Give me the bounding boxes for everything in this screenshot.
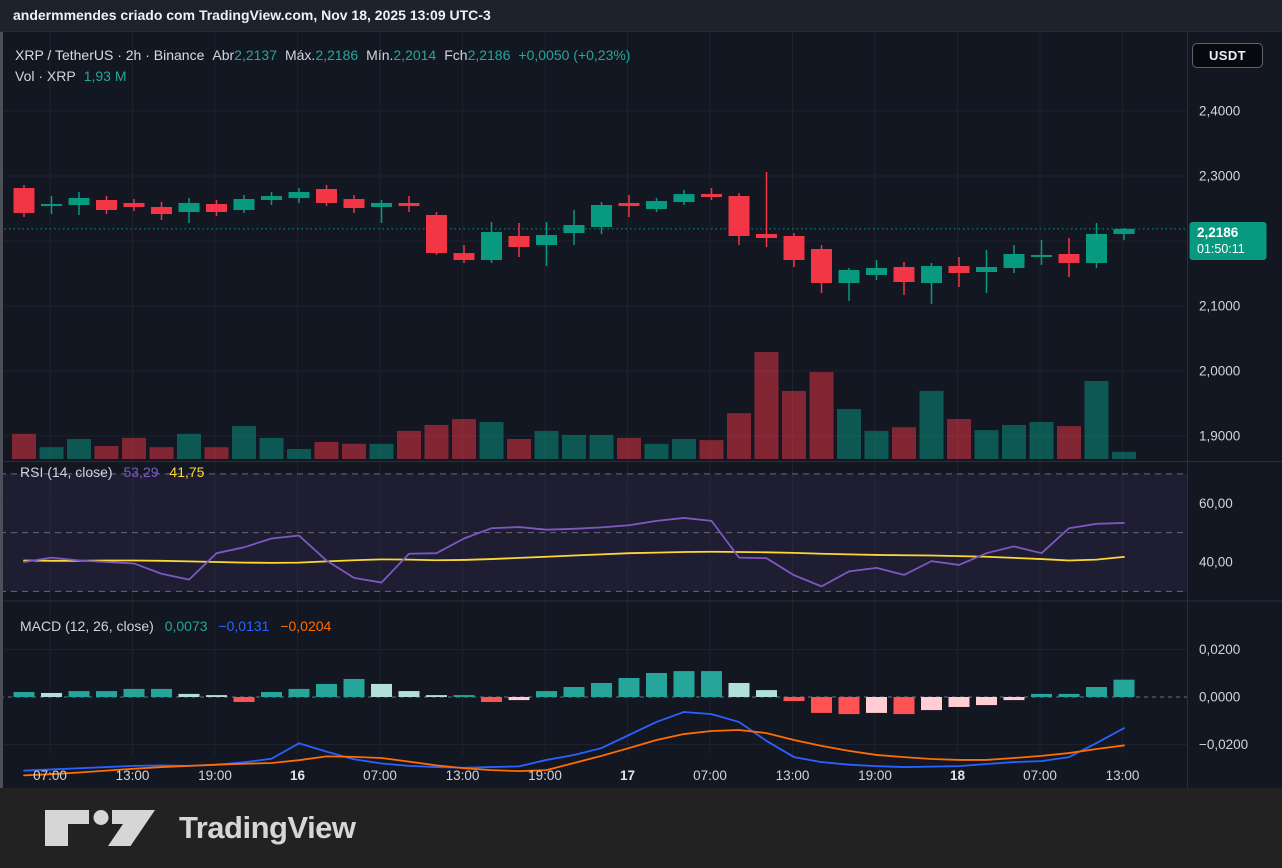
currency-toggle-button[interactable]: USDT — [1192, 43, 1263, 68]
change-value: +0,0050 (+0,23%) — [518, 47, 630, 63]
svg-text:2,2186: 2,2186 — [1197, 225, 1239, 240]
rsi-legend: RSI (14, close) 53,29 41,75 — [20, 464, 204, 480]
tradingview-published-chart: andermmendes criado com TradingView.com,… — [0, 0, 1282, 868]
svg-text:16: 16 — [290, 768, 306, 783]
open-label: Abr — [212, 47, 234, 63]
grid-vertical — [50, 32, 1123, 755]
price-scale[interactable]: 2,4000 2,3000 2,1000 2,0000 1,9000 60,00 40,00… — [1199, 104, 1248, 753]
low-value: 2,2014 — [393, 47, 436, 63]
svg-text:07:00: 07:00 — [33, 768, 67, 783]
svg-text:2,4000: 2,4000 — [1199, 104, 1240, 119]
footer-bar: TradingView — [0, 788, 1282, 868]
svg-text:13:00: 13:00 — [1106, 768, 1140, 783]
candles-layer — [14, 172, 1135, 304]
high-label: Máx. — [285, 47, 315, 63]
svg-text:40,00: 40,00 — [1199, 555, 1233, 570]
macd-legend-title: MACD (12, 26, close) — [20, 618, 154, 634]
svg-text:−0,0200: −0,0200 — [1199, 737, 1248, 752]
svg-text:1,9000: 1,9000 — [1199, 429, 1240, 444]
svg-text:19:00: 19:00 — [858, 768, 892, 783]
svg-text:07:00: 07:00 — [693, 768, 727, 783]
macd-legend: MACD (12, 26, close) 0,0073 −0,0131 −0,0… — [20, 618, 331, 634]
svg-text:2,0000: 2,0000 — [1199, 364, 1240, 379]
svg-text:07:00: 07:00 — [363, 768, 397, 783]
svg-text:19:00: 19:00 — [198, 768, 232, 783]
last-price-badge: 2,2186 01:50:11 — [1190, 222, 1267, 260]
symbol-ohlc-row: XRP / TetherUS · 2h · Binance Abr2,2137 … — [15, 44, 630, 65]
macd-histogram — [14, 671, 1135, 714]
svg-text:0,0200: 0,0200 — [1199, 642, 1240, 657]
low-label: Mín. — [366, 47, 393, 63]
rsi-ma-value: 41,75 — [169, 464, 204, 480]
svg-text:01:50:11: 01:50:11 — [1197, 242, 1245, 256]
svg-text:60,00: 60,00 — [1199, 496, 1233, 511]
svg-text:18: 18 — [950, 768, 966, 783]
volume-value: 1,93 M — [84, 68, 127, 84]
rsi-band — [0, 474, 1187, 592]
macd-hist-value: 0,0073 — [165, 618, 208, 634]
volume-row: Vol · XRP 1,93 M — [15, 65, 630, 86]
svg-text:13:00: 13:00 — [446, 768, 480, 783]
rsi-legend-title: RSI (14, close) — [20, 464, 113, 480]
svg-text:13:00: 13:00 — [776, 768, 810, 783]
svg-text:17: 17 — [620, 768, 635, 783]
rsi-value: 53,29 — [123, 464, 158, 480]
macd-signal-value: −0,0204 — [280, 618, 331, 634]
symbol-title: XRP / TetherUS · 2h · Binance — [15, 47, 204, 63]
macd-line-value: −0,0131 — [218, 618, 269, 634]
svg-text:0,0000: 0,0000 — [1199, 690, 1240, 705]
volume-label: Vol · XRP — [15, 68, 76, 84]
chart-legend: XRP / TetherUS · 2h · Binance Abr2,2137 … — [15, 44, 630, 86]
svg-text:07:00: 07:00 — [1023, 768, 1057, 783]
volume-layer — [12, 352, 1136, 459]
high-value: 2,2186 — [315, 47, 358, 63]
open-value: 2,2137 — [234, 47, 277, 63]
close-label: Fch — [444, 47, 467, 63]
svg-text:2,3000: 2,3000 — [1199, 169, 1240, 184]
chart-canvas[interactable]: 2,4000 2,3000 2,1000 2,0000 1,9000 60,00 40,00… — [0, 0, 1282, 868]
svg-text:2,1000: 2,1000 — [1199, 299, 1240, 314]
svg-text:13:00: 13:00 — [116, 768, 150, 783]
time-scale[interactable]: 07:00 13:00 19:00 16 07:00 13:00 19:00 17 07:00 1… — [33, 768, 1139, 783]
macd-lines — [24, 712, 1124, 775]
tradingview-logo-icon[interactable] — [45, 808, 159, 848]
footer-brand-text[interactable]: TradingView — [179, 810, 356, 846]
svg-text:19:00: 19:00 — [528, 768, 562, 783]
close-value: 2,2186 — [468, 47, 511, 63]
grid-horizontal — [0, 111, 1188, 436]
